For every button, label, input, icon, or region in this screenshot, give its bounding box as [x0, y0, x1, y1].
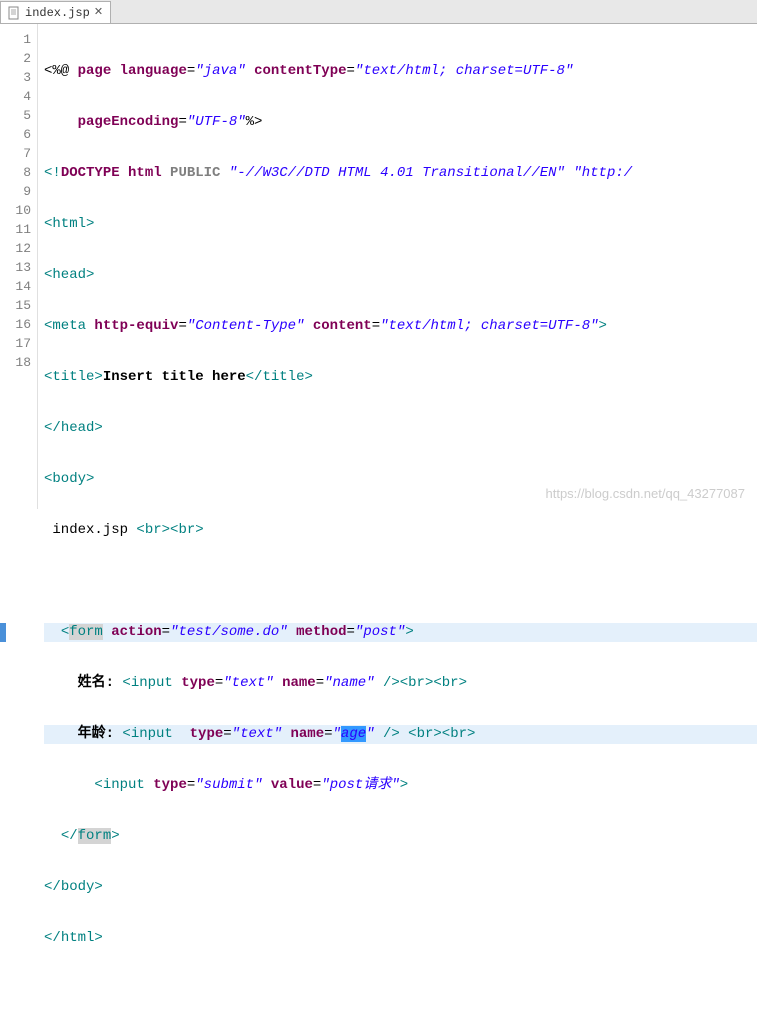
tab-index-jsp[interactable]: index.jsp ✕: [0, 1, 111, 23]
code-line[interactable]: <title>Insert title here</title>: [44, 368, 757, 387]
tab-bar: index.jsp ✕: [0, 0, 757, 24]
line-number: 18: [0, 353, 37, 372]
gutter: 1 2 3 4 5 6 7 8 9 10 11 12 13 14 15 16 1…: [0, 24, 38, 509]
code-line[interactable]: <html>: [44, 215, 757, 234]
file-icon: [7, 6, 21, 20]
code-line[interactable]: 姓名: <input type="text" name="name" /><br…: [44, 674, 757, 693]
line-number: 10: [0, 201, 37, 220]
line-number: 3: [0, 68, 37, 87]
line-marker-icon: [0, 623, 6, 642]
code-line[interactable]: <%@ page language="java" contentType="te…: [44, 62, 757, 81]
text-selection: age: [341, 726, 366, 742]
line-number: 12: [0, 239, 37, 258]
code-line[interactable]: <input type="submit" value="post请求">: [44, 776, 757, 795]
code-line[interactable]: index.jsp <br><br>: [44, 521, 757, 540]
line-number: 1: [0, 30, 37, 49]
line-number: 16: [0, 315, 37, 334]
watermark: https://blog.csdn.net/qq_43277087: [546, 486, 746, 501]
code-line[interactable]: </form>: [44, 827, 757, 846]
code-line[interactable]: <form action="test/some.do" method="post…: [44, 623, 757, 642]
line-number: 2: [0, 49, 37, 68]
line-number: 4: [0, 87, 37, 106]
code-area[interactable]: <%@ page language="java" contentType="te…: [38, 24, 757, 509]
line-number: 17: [0, 334, 37, 353]
code-editor[interactable]: 1 2 3 4 5 6 7 8 9 10 11 12 13 14 15 16 1…: [0, 24, 757, 509]
line-number: 14: [0, 277, 37, 296]
line-number: 6: [0, 125, 37, 144]
line-number: 8: [0, 163, 37, 182]
close-icon[interactable]: ✕: [94, 8, 104, 18]
line-number: 11: [0, 220, 37, 239]
code-line[interactable]: 年龄: <input type="text" name="age" /> <br…: [44, 725, 757, 744]
tab-label: index.jsp: [25, 6, 90, 20]
line-number: 13: [0, 258, 37, 277]
code-line[interactable]: <head>: [44, 266, 757, 285]
line-number: 7: [0, 144, 37, 163]
code-line[interactable]: </html>: [44, 929, 757, 948]
code-line[interactable]: pageEncoding="UTF-8"%>: [44, 113, 757, 132]
code-line[interactable]: [44, 572, 757, 591]
code-line[interactable]: </body>: [44, 878, 757, 897]
line-number: 9: [0, 182, 37, 201]
code-line[interactable]: </head>: [44, 419, 757, 438]
line-number: 15: [0, 296, 37, 315]
code-line[interactable]: <!DOCTYPE html PUBLIC "-//W3C//DTD HTML …: [44, 164, 757, 183]
line-number: 5: [0, 106, 37, 125]
code-line[interactable]: <meta http-equiv="Content-Type" content=…: [44, 317, 757, 336]
